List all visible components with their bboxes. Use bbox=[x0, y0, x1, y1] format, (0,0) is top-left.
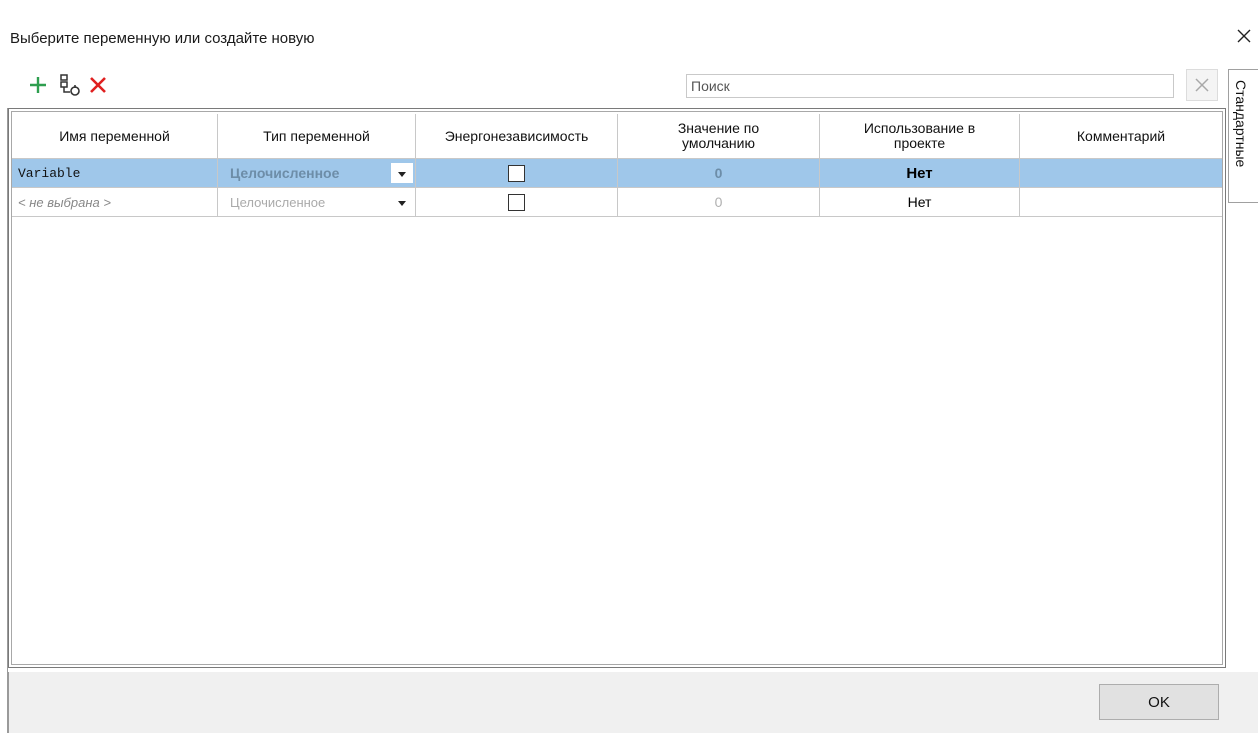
chevron-down-icon bbox=[398, 172, 406, 177]
cell-usage: Нет bbox=[820, 188, 1020, 217]
cell-default[interactable]: 0 bbox=[618, 159, 820, 188]
variables-grid: Имя переменной Тип переменной Энергонеза… bbox=[8, 108, 1226, 668]
cell-name[interactable]: < не выбрана > bbox=[12, 188, 218, 217]
column-header-default[interactable]: Значение по умолчанию bbox=[618, 114, 820, 159]
delete-variable-button[interactable] bbox=[86, 72, 110, 98]
chevron-down-icon bbox=[398, 201, 406, 206]
ok-button[interactable]: OK bbox=[1099, 684, 1219, 720]
link-variable-icon bbox=[60, 74, 80, 96]
cell-name[interactable]: Variable bbox=[12, 159, 218, 188]
search-clear-button[interactable] bbox=[1186, 69, 1218, 101]
cell-comment[interactable] bbox=[1020, 159, 1222, 188]
add-variable-button[interactable] bbox=[26, 72, 50, 98]
column-header-usage[interactable]: Использование в проекте bbox=[820, 114, 1020, 159]
column-header-nonvolatile[interactable]: Энергонезависимость bbox=[416, 114, 618, 159]
type-combo[interactable]: Целочисленное bbox=[218, 159, 416, 188]
column-header-type[interactable]: Тип переменной bbox=[218, 114, 416, 159]
column-header-comment[interactable]: Комментарий bbox=[1020, 114, 1222, 159]
type-combo-value: Целочисленное bbox=[230, 194, 326, 210]
nonvolatile-checkbox[interactable] bbox=[508, 193, 525, 211]
cell-comment[interactable] bbox=[1020, 188, 1222, 217]
column-header-name[interactable]: Имя переменной bbox=[12, 114, 218, 159]
dialog-title: Выберите переменную или создайте новую bbox=[10, 30, 315, 47]
close-icon[interactable] bbox=[1234, 26, 1254, 46]
cell-usage: Нет bbox=[820, 159, 1020, 188]
tab-standard-label: Стандартные bbox=[1233, 80, 1249, 168]
footer-bar bbox=[8, 672, 1258, 733]
combo-dropdown-button[interactable] bbox=[391, 163, 413, 183]
cell-default[interactable]: 0 bbox=[618, 188, 820, 217]
search-input[interactable] bbox=[686, 74, 1174, 98]
tab-standard[interactable]: Стандартные bbox=[1228, 69, 1258, 203]
combo-dropdown-button[interactable] bbox=[391, 192, 413, 212]
table-row[interactable]: Variable Целочисленное 0 Нет bbox=[12, 159, 1222, 188]
clear-x-icon bbox=[1195, 78, 1209, 92]
nonvolatile-checkbox[interactable] bbox=[508, 164, 525, 182]
title-bar: Выберите переменную или создайте новую bbox=[0, 0, 1258, 62]
link-variable-button[interactable] bbox=[58, 72, 82, 98]
cell-nonvolatile bbox=[416, 188, 618, 217]
cell-nonvolatile bbox=[416, 159, 618, 188]
left-edge-line bbox=[7, 108, 8, 733]
table-row[interactable]: < не выбрана > Целочисленное 0 Нет bbox=[12, 188, 1222, 217]
type-combo-value: Целочисленное bbox=[230, 165, 340, 181]
delete-x-icon bbox=[90, 77, 106, 93]
grid-inner: Имя переменной Тип переменной Энергонеза… bbox=[11, 111, 1223, 665]
variable-dialog: Выберите переменную или создайте новую П… bbox=[0, 0, 1258, 733]
type-combo[interactable]: Целочисленное bbox=[218, 188, 416, 217]
plus-icon bbox=[30, 77, 46, 93]
